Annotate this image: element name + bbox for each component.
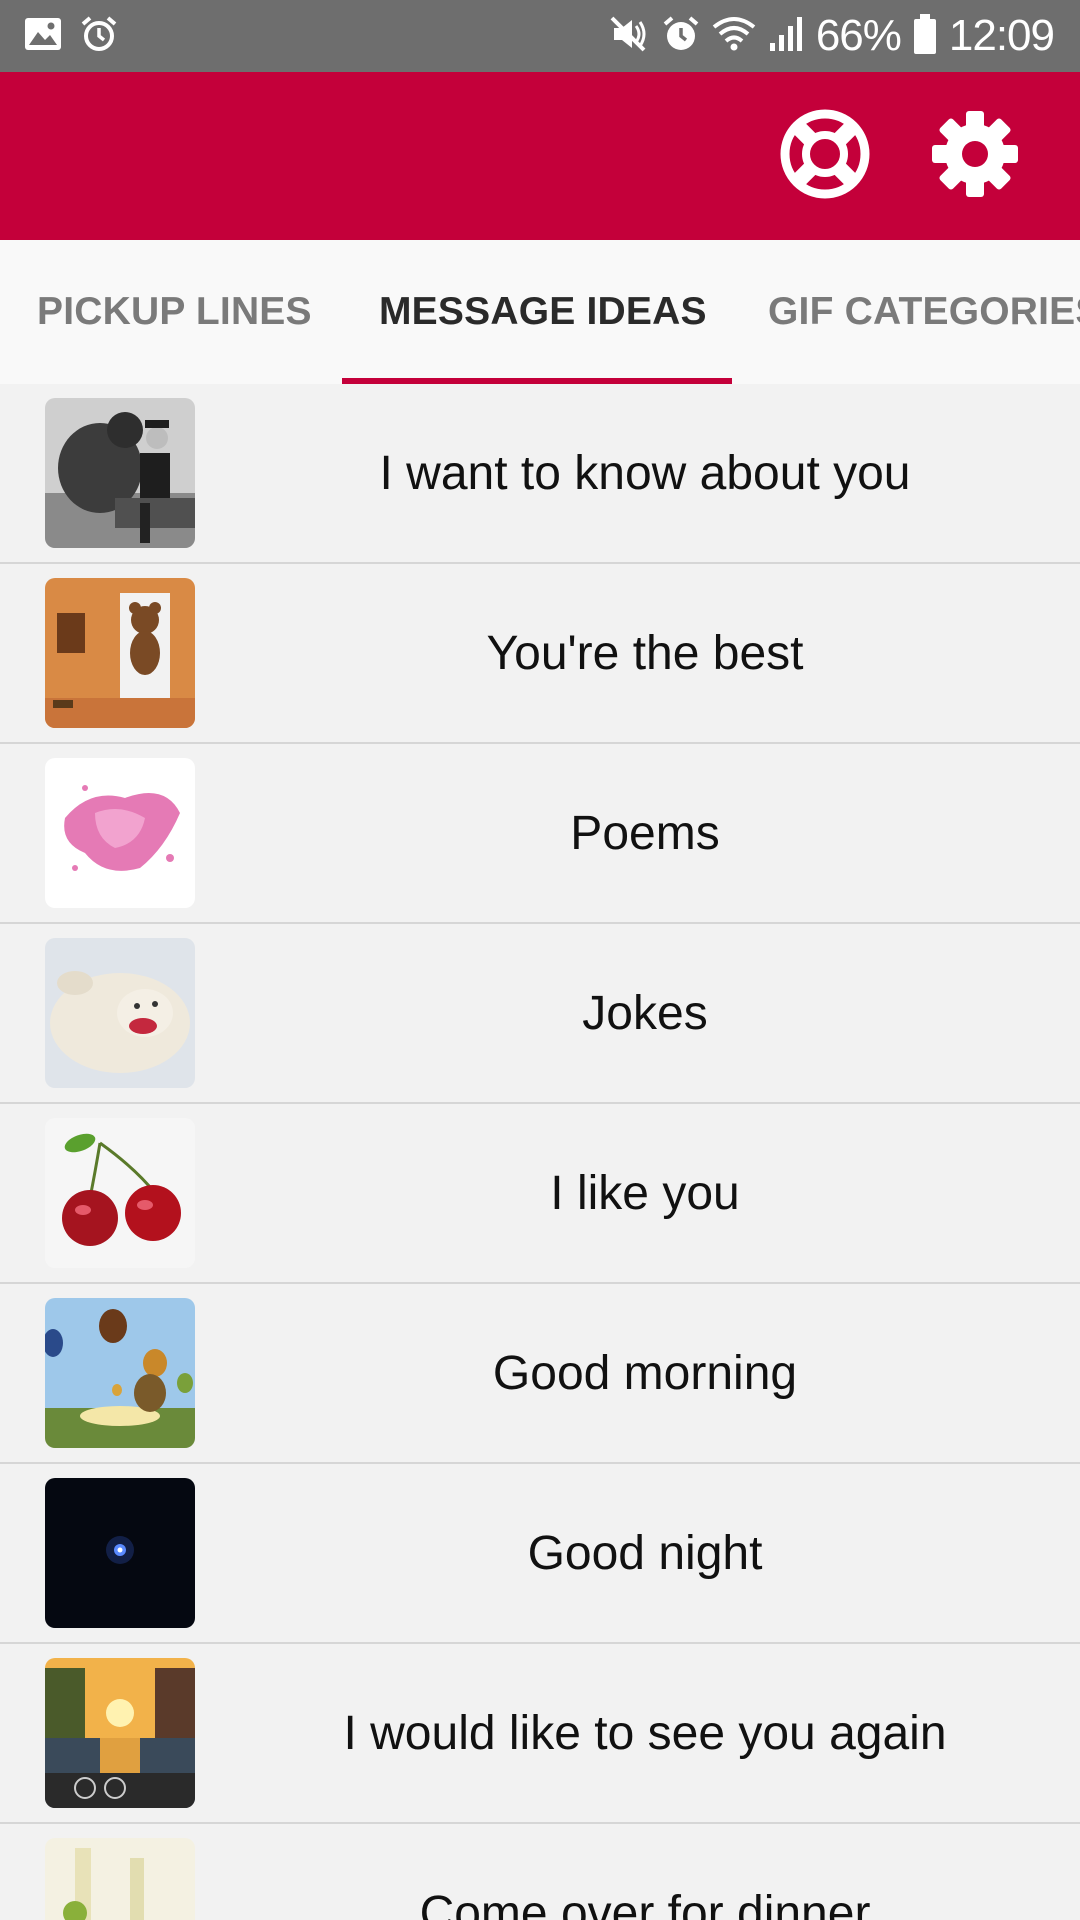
list-item-label: Jokes	[582, 986, 708, 1040]
balloons-photo	[45, 1298, 195, 1448]
tab-pickup-lines[interactable]: PICKUP LINES	[37, 240, 312, 384]
lifebuoy-icon	[779, 108, 871, 205]
bear-photo	[45, 398, 195, 548]
list-item[interactable]: I would like to see you again	[0, 1644, 1080, 1824]
tab-message-ideas[interactable]: MESSAGE IDEAS	[379, 240, 707, 384]
help-button[interactable]	[775, 106, 875, 206]
list-item-label: Poems	[570, 806, 720, 860]
list-item[interactable]: You're the best	[0, 564, 1080, 744]
app-bar	[0, 72, 1080, 240]
list-item-label: Good morning	[492, 1346, 798, 1400]
list-item-label: Good night	[527, 1526, 763, 1580]
settings-button[interactable]	[925, 106, 1025, 206]
list-item[interactable]: I want to know about you	[0, 384, 1080, 564]
canal-sunset-photo	[45, 1658, 195, 1808]
wifi-icon	[712, 15, 756, 58]
list-item-label: I would like to see you again	[343, 1706, 947, 1760]
tab-gif-categories[interactable]: GIF CATEGORIES	[768, 240, 1080, 384]
pink-powder-photo	[45, 758, 195, 908]
alarm-icon	[662, 15, 700, 58]
mute-icon	[608, 14, 650, 59]
clock: 12:09	[948, 11, 1055, 60]
tab-bar: PICKUP LINES MESSAGE IDEAS GIF CATEGORIE…	[0, 240, 1080, 384]
cherries-photo	[45, 1118, 195, 1268]
list-item-label: Come over for dinner	[419, 1886, 871, 1920]
list-item[interactable]: Jokes	[0, 924, 1080, 1104]
gear-icon	[930, 109, 1020, 204]
gallery-icon	[24, 17, 62, 56]
alarm-icon	[80, 15, 118, 58]
star-photo	[45, 1478, 195, 1628]
list-item-label: I want to know about you	[379, 446, 911, 500]
seal-photo	[45, 938, 195, 1088]
status-bar: 66% 12:09	[0, 0, 1080, 72]
teddy-bear-photo	[45, 578, 195, 728]
battery-icon	[913, 13, 937, 60]
list-item-label: I like you	[550, 1166, 740, 1220]
wine-glasses-photo	[45, 1838, 195, 1920]
list-item[interactable]: Poems	[0, 744, 1080, 924]
message-ideas-list: I want to know about you You're the best	[0, 384, 1080, 1920]
signal-icon	[768, 15, 804, 58]
list-item[interactable]: I like you	[0, 1104, 1080, 1284]
list-item[interactable]: Good morning	[0, 1284, 1080, 1464]
battery-percent: 66%	[815, 11, 902, 60]
list-item[interactable]: Good night	[0, 1464, 1080, 1644]
list-item-label: You're the best	[486, 626, 804, 680]
list-item[interactable]: Come over for dinner	[0, 1824, 1080, 1920]
